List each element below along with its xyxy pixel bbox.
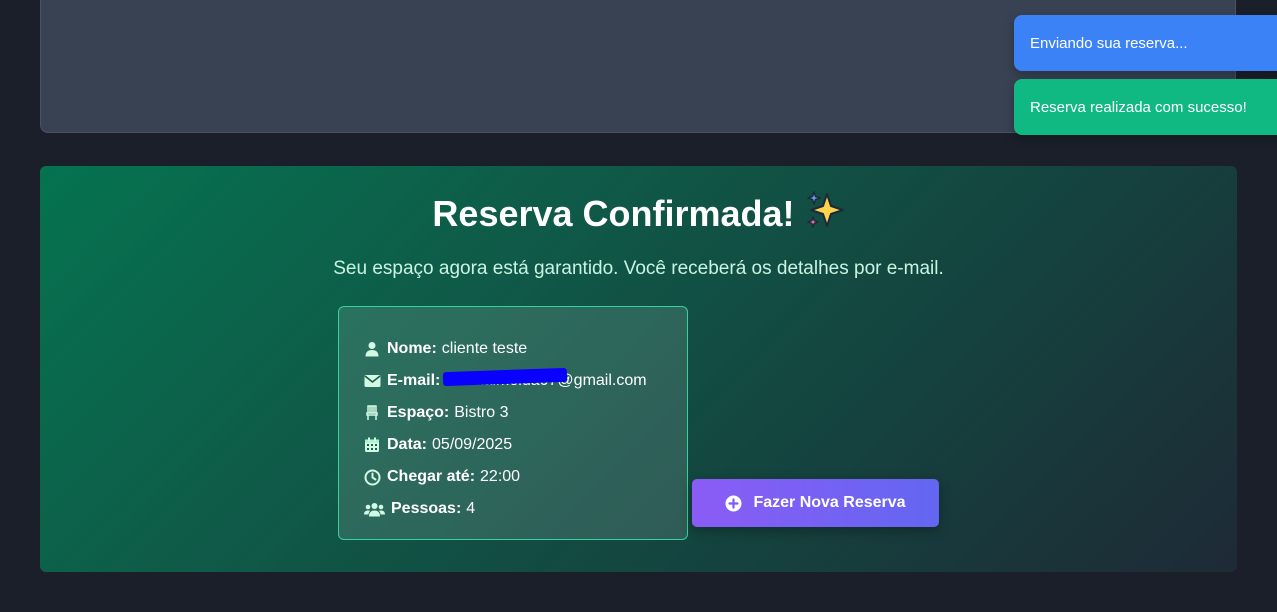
toast-sending: Enviando sua reserva...: [1014, 15, 1277, 71]
users-icon: [363, 500, 385, 518]
detail-people-label: Pessoas:: [391, 500, 462, 517]
confirmation-card: Reserva Confirmada! Seu espaço agora est…: [40, 166, 1237, 572]
detail-date: Data: 05/09/2025: [363, 429, 687, 461]
detail-people-value: 4: [466, 500, 476, 517]
detail-date-label: Data:: [387, 436, 428, 453]
envelope-icon: [363, 372, 381, 390]
confirmation-title-text: Reserva Confirmada!: [432, 193, 795, 234]
confirmation-subtitle: Seu espaço agora está garantido. Você re…: [333, 258, 944, 279]
detail-email-value-wrapper: thaliaalmeida07@gmail.com: [443, 367, 647, 390]
clock-icon: [363, 468, 381, 486]
calendar-icon: [363, 436, 381, 454]
user-icon: [363, 340, 381, 358]
detail-people: Pessoas: 4: [363, 493, 687, 525]
detail-date-value: 05/09/2025: [432, 436, 513, 453]
toast-sending-text: Enviando sua reserva...: [1030, 34, 1188, 52]
detail-space-label: Espaço:: [387, 404, 450, 421]
detail-arrive-label: Chegar até:: [387, 468, 476, 485]
new-booking-button-label: Fazer Nova Reserva: [753, 494, 906, 511]
detail-space: Espaço: Bistro 3: [363, 397, 687, 429]
page: Enviando sua reserva... Reserva realizad…: [0, 0, 1277, 612]
new-booking-button[interactable]: Fazer Nova Reserva: [692, 479, 939, 527]
detail-arrive-value: 22:00: [480, 468, 521, 485]
detail-arrive: Chegar até: 22:00: [363, 461, 687, 493]
detail-space-value: Bistro 3: [454, 404, 509, 421]
detail-name: Nome: cliente teste: [363, 333, 687, 365]
reservation-details: Nome: cliente teste E-mail: thaliaalmeid…: [338, 306, 688, 540]
plus-circle-icon: [725, 495, 742, 512]
sparkles-icon: [805, 190, 845, 239]
detail-name-label: Nome:: [387, 340, 437, 357]
detail-name-value: cliente teste: [441, 340, 528, 357]
detail-email-label: E-mail:: [387, 372, 441, 389]
confirmation-title: Reserva Confirmada!: [40, 190, 1237, 239]
detail-email: E-mail: thaliaalmeida07@gmail.com: [363, 365, 687, 397]
chair-icon: [363, 404, 381, 422]
toast-success-text: Reserva realizada com sucesso!: [1030, 98, 1247, 116]
toast-success: Reserva realizada com sucesso!: [1014, 79, 1277, 135]
